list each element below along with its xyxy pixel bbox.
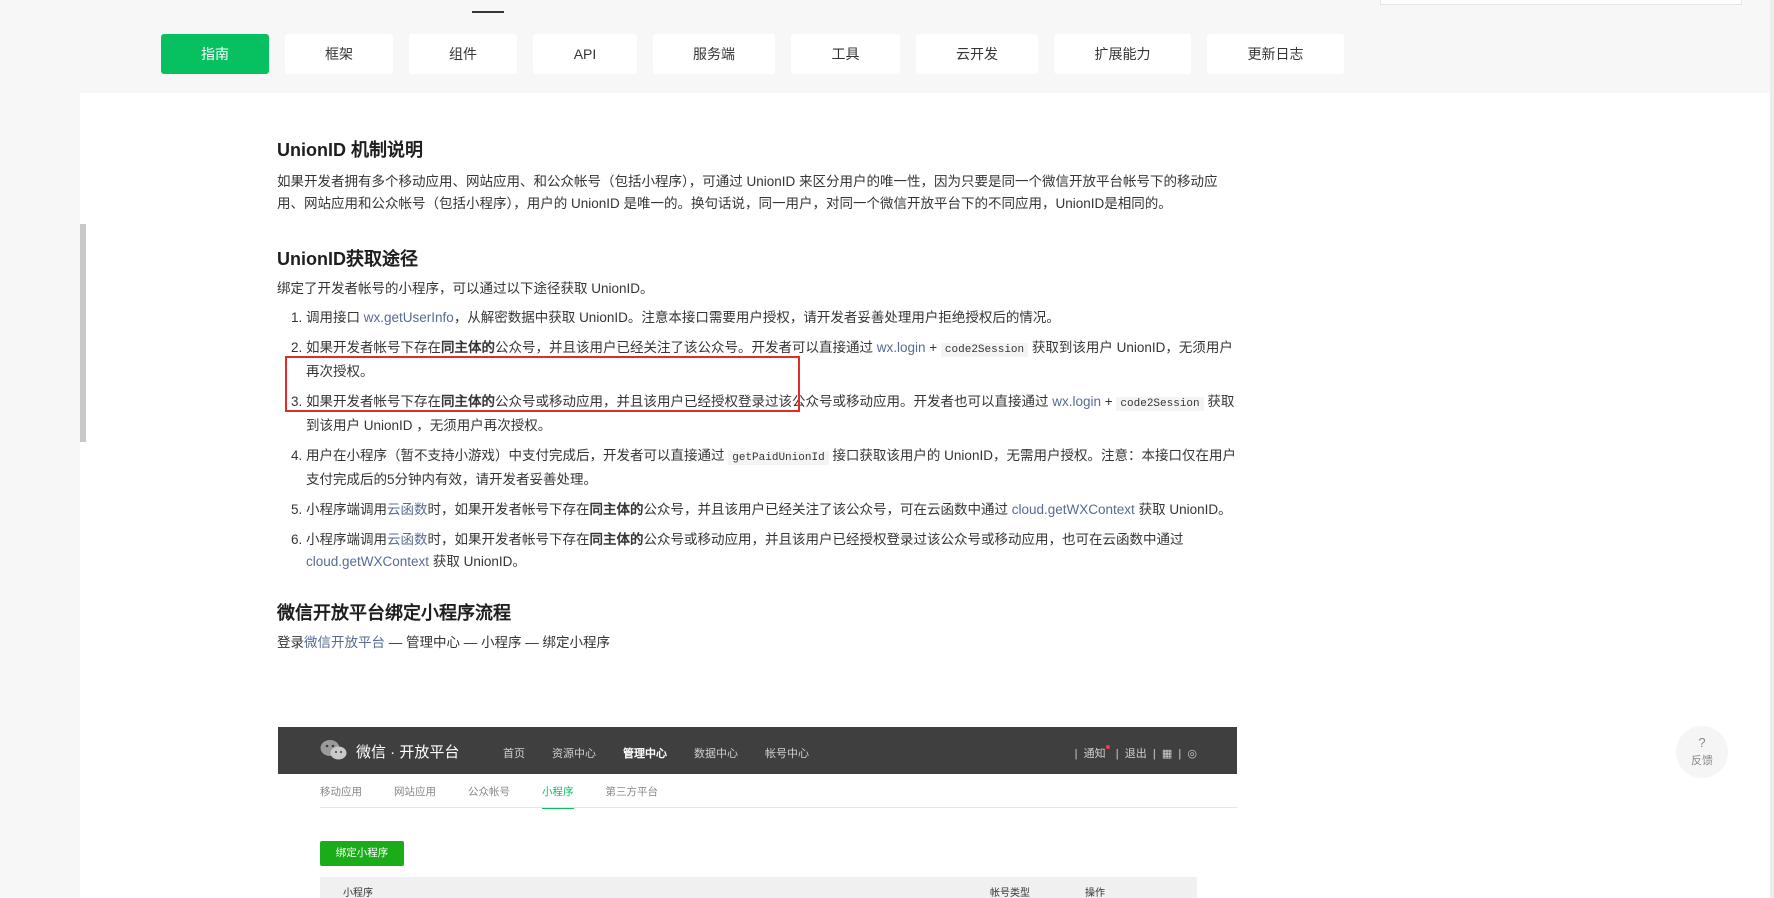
tab-api[interactable]: API <box>533 34 637 74</box>
section-body-unionid: 如果开发者拥有多个移动应用、网站应用、和公众帐号（包括小程序），可通过 Unio… <box>277 174 1218 211</box>
top-strip <box>0 0 1774 14</box>
feedback-label: 反馈 <box>1691 755 1713 767</box>
wechat-logo-icon <box>320 740 347 760</box>
shot-nav-management: 管理中心 <box>623 748 667 760</box>
nav-tabs: 指南 框架 组件 API 服务端 工具 云开发 扩展能力 更新日志 <box>161 34 1360 74</box>
list-item: 调用接口 wx.getUserInfo，从解密数据中获取 UnionID。注意本… <box>306 307 1237 329</box>
code-code2session: code2Session <box>940 343 1029 357</box>
open-platform-nav: 首页 资源中心 管理中心 数据中心 帐号中心 <box>503 745 836 761</box>
embedded-screenshot: 微信 · 开放平台 首页 资源中心 管理中心 数据中心 帐号中心 | 通知 | … <box>278 727 1237 898</box>
list-item: 用户在小程序（暂不支持小游戏）中支付完成后，开发者可以直接通过 getPaidU… <box>306 445 1237 491</box>
open-platform-header: 微信 · 开放平台 首页 资源中心 管理中心 数据中心 帐号中心 | 通知 | … <box>278 727 1237 774</box>
link-cloud-function[interactable]: 云函数 <box>387 502 428 517</box>
tab-extensions[interactable]: 扩展能力 <box>1054 34 1191 74</box>
shot-bind-miniprogram-button: 绑定小程序 <box>320 841 404 866</box>
feedback-button[interactable]: ? 反馈 <box>1676 726 1728 778</box>
shot-nav-data: 数据中心 <box>694 748 738 760</box>
shot-nav-resources: 资源中心 <box>552 748 596 760</box>
tab-server[interactable]: 服务端 <box>653 34 775 74</box>
link-cloud-function[interactable]: 云函数 <box>387 532 428 547</box>
tab-tools[interactable]: 工具 <box>791 34 900 74</box>
search-box-edge[interactable] <box>1380 0 1742 5</box>
shot-subnav-thirdparty: 第三方平台 <box>605 786 659 798</box>
open-platform-brand: 微信 · 开放平台 <box>356 744 460 761</box>
shot-subnav-mobile: 移动应用 <box>320 786 362 798</box>
section-body-bind-flow: 登录微信开放平台 — 管理中心 — 小程序 — 绑定小程序 <box>277 635 611 650</box>
shot-table-header: 小程序 帐号类型 操作 <box>320 877 1197 898</box>
link-wx-login[interactable]: wx.login <box>1052 394 1101 409</box>
notice-dot-icon <box>1105 745 1110 749</box>
active-tab-indicator <box>472 11 504 13</box>
section-title-unionid: UnionID 机制说明 <box>277 140 423 160</box>
section-title-bind-flow: 微信开放平台绑定小程序流程 <box>277 603 511 623</box>
shot-subnav-miniprogram: 小程序 <box>542 784 574 809</box>
tab-changelog[interactable]: 更新日志 <box>1207 34 1344 74</box>
shot-subnav-web: 网站应用 <box>394 786 436 798</box>
tab-framework[interactable]: 框架 <box>285 34 393 74</box>
open-platform-subnav: 移动应用 网站应用 公众帐号 小程序 第三方平台 <box>320 784 690 809</box>
section-intro-obtain: 绑定了开发者帐号的小程序，可以通过以下途径获取 UnionID。 <box>277 281 654 296</box>
link-cloud-getwxcontext[interactable]: cloud.getWXContext <box>1012 502 1135 517</box>
list-item: 小程序端调用云函数时，如果开发者帐号下存在同主体的公众号，并且该用户已经关注了该… <box>306 499 1237 521</box>
page-scrollbar[interactable] <box>1770 0 1774 898</box>
shot-notice: 通知 <box>1083 748 1106 760</box>
highlight-annotation-box <box>285 356 800 412</box>
shot-nav-account: 帐号中心 <box>765 748 809 760</box>
shot-subnav-official: 公众帐号 <box>468 786 510 798</box>
tab-guide[interactable]: 指南 <box>161 34 269 74</box>
shot-nav-home: 首页 <box>503 748 525 760</box>
shot-col-miniprogram: 小程序 <box>343 888 373 898</box>
list-item: 小程序端调用云函数时，如果开发者帐号下存在同主体的公众号或移动应用，并且该用户已… <box>306 529 1237 573</box>
code-code2session: code2Session <box>1116 397 1204 411</box>
qr-icon: ▦ <box>1161 748 1173 760</box>
sidebar <box>0 93 80 898</box>
shot-logout: 退出 <box>1124 748 1147 760</box>
tab-cloud-dev[interactable]: 云开发 <box>916 34 1038 74</box>
shot-col-account-type: 帐号类型 <box>990 888 1030 898</box>
question-icon: ? <box>1698 735 1706 750</box>
code-getpaidunionid: getPaidUnionId <box>728 451 829 465</box>
link-wx-login[interactable]: wx.login <box>877 340 926 355</box>
sidebar-scrollbar[interactable] <box>80 224 86 442</box>
tab-components[interactable]: 组件 <box>409 34 517 74</box>
main-nav-bar: 指南 框架 组件 API 服务端 工具 云开发 扩展能力 更新日志 <box>0 14 1774 93</box>
avatar-icon: ◎ <box>1187 748 1197 760</box>
link-cloud-getwxcontext[interactable]: cloud.getWXContext <box>306 554 429 569</box>
section-title-obtain: UnionID获取途径 <box>277 249 418 269</box>
shot-col-actions: 操作 <box>1085 888 1105 898</box>
obtain-list: 调用接口 wx.getUserInfo，从解密数据中获取 UnionID。注意本… <box>277 307 1237 573</box>
open-platform-user-actions: | 通知 | 退出 | ▦ | ◎ <box>1075 745 1197 761</box>
shot-divider <box>320 807 1237 808</box>
link-getuserinfo[interactable]: wx.getUserInfo <box>364 310 454 325</box>
link-open-platform[interactable]: 微信开放平台 <box>304 635 385 650</box>
